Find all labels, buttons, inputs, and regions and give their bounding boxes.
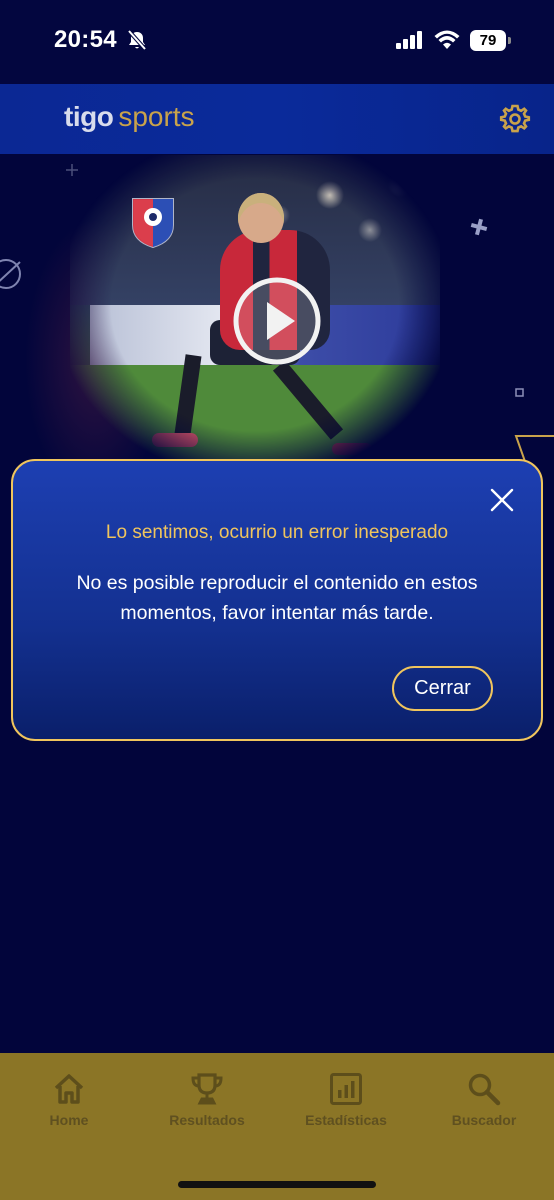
bell-slash-icon <box>126 29 148 56</box>
player-boot <box>332 443 372 455</box>
gear-icon[interactable] <box>499 103 531 135</box>
nav-item-estadisticas[interactable]: Estadísticas <box>286 1072 406 1128</box>
close-icon[interactable] <box>489 487 515 513</box>
search-icon <box>468 1073 501 1106</box>
logo-tigo-text: tigo <box>64 101 114 132</box>
player-head <box>238 193 284 243</box>
bar-chart-icon <box>330 1073 362 1105</box>
circle-slash-decoration-icon <box>0 255 24 298</box>
nav-item-resultados[interactable]: Resultados <box>147 1072 267 1128</box>
app-header: tigo sports <box>0 84 554 154</box>
close-button[interactable]: Cerrar <box>392 666 493 711</box>
cellular-signal-icon <box>396 31 424 54</box>
error-message: No es posible reproducir el contenido en… <box>76 572 478 624</box>
wifi-icon <box>434 30 460 55</box>
trophy-icon <box>191 1073 223 1105</box>
nav-label-buscador: Buscador <box>451 1112 517 1128</box>
tigo-sports-logo: tigo sports <box>64 101 195 133</box>
status-bar: 20:54 79 <box>0 0 554 84</box>
nav-item-home[interactable]: Home <box>9 1072 129 1128</box>
pitch <box>70 365 440 460</box>
home-indicator[interactable] <box>178 1181 376 1188</box>
plus-decoration-icon <box>470 218 488 241</box>
battery-icon: 79 <box>470 30 511 51</box>
nav-label-home: Home <box>49 1112 89 1128</box>
nav-label-estadisticas: Estadísticas <box>305 1112 387 1128</box>
nav-label-resultados: Resultados <box>169 1112 245 1128</box>
status-time: 20:54 <box>54 26 117 53</box>
home-icon <box>54 1074 84 1104</box>
error-title: Lo sentimos, ocurrio un error inesperado <box>105 522 449 543</box>
play-icon[interactable] <box>232 276 322 366</box>
nav-item-buscador[interactable]: Buscador <box>424 1072 544 1128</box>
player-boot <box>152 433 198 447</box>
square-decoration-icon <box>515 385 525 403</box>
team-badge-icon <box>130 195 176 249</box>
logo-sports-text: sports <box>118 101 195 132</box>
